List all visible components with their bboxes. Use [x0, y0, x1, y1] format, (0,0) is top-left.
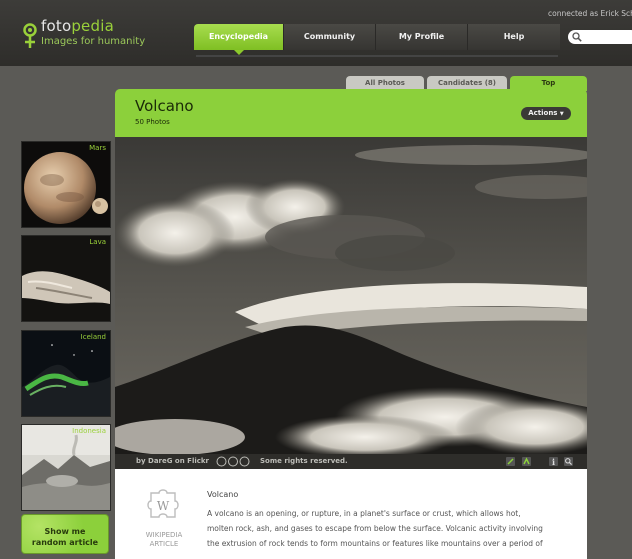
actions-label: Actions [528, 109, 558, 117]
thumbnail-label: Indonesia [72, 427, 106, 435]
connected-user-text[interactable]: connected as Erick Sche [548, 9, 632, 18]
lava-image [22, 236, 110, 321]
iceland-image [22, 331, 110, 416]
chevron-down-icon: ▼ [559, 111, 564, 117]
tab-candidates[interactable]: Candidates (8) [427, 76, 507, 90]
photo-credit: by DareG on Flickr [136, 457, 210, 465]
actions-button[interactable]: Actions ▼ [521, 107, 571, 120]
nav-tab-encyclopedia[interactable]: Encyclopedia [194, 24, 284, 50]
nav-tab-help[interactable]: Help [468, 24, 560, 50]
photo-count: 50 Photos [135, 118, 170, 126]
thumbnail-mars[interactable]: Mars [21, 141, 111, 228]
random-button-line2: random article [31, 538, 99, 547]
article-body: A volcano is an opening, or rupture, in … [207, 506, 567, 551]
nav-tab-my-profile[interactable]: My Profile [376, 24, 468, 50]
volcano-photo-image [115, 137, 587, 454]
thumbnail-label: Mars [89, 144, 106, 152]
author-link[interactable]: DareG [148, 457, 172, 465]
cc-icon[interactable] [216, 456, 256, 467]
search-icon[interactable] [572, 32, 582, 42]
logo-tagline: Images for humanity [41, 36, 146, 47]
info-icon[interactable]: i [548, 456, 559, 467]
page-title: Volcano [135, 97, 194, 115]
mars-image [22, 142, 110, 227]
tools-icon[interactable] [505, 456, 516, 467]
search-input[interactable] [568, 30, 632, 44]
random-article-button[interactable]: Show me random article [21, 514, 109, 554]
top-header: fotopedia Images for humanity connected … [0, 0, 632, 66]
article-title: Volcano [207, 490, 239, 499]
photo-credit-bar: by DareG on Flickr Some rights reserved.… [115, 454, 587, 469]
svg-text:i: i [552, 457, 555, 467]
zoom-icon[interactable] [563, 456, 574, 467]
thumbnail-lava[interactable]: Lava [21, 235, 111, 322]
album-header: Volcano 50 Photos Actions ▼ [115, 89, 587, 137]
nav-underline [196, 55, 558, 57]
article-line: the extrusion of rock tends to form moun… [207, 539, 543, 548]
indonesia-image [22, 425, 110, 510]
thumbnail-label: Iceland [80, 333, 106, 341]
random-button-line1: Show me [44, 527, 86, 536]
thumbnail-iceland[interactable]: Iceland [21, 330, 111, 417]
tab-all-photos[interactable]: All Photos [346, 76, 424, 90]
main-photo[interactable] [115, 137, 587, 454]
thumbnail-label: Lava [89, 238, 106, 246]
svg-text:W: W [157, 499, 170, 513]
article-line: A volcano is an opening, or rupture, in … [207, 509, 521, 518]
thumbnail-indonesia[interactable]: Indonesia [21, 424, 111, 511]
main-nav: Encyclopedia Community My Profile Help [194, 24, 560, 50]
article-line: molten rock, ash, and gases to escape fr… [207, 524, 543, 533]
wikipedia-puzzle-icon[interactable]: W [145, 487, 181, 523]
nav-active-pointer [234, 50, 244, 55]
rights-text: Some rights reserved. [260, 457, 348, 465]
share-icon[interactable] [521, 456, 532, 467]
logo-icon[interactable] [20, 22, 40, 50]
nav-tab-community[interactable]: Community [284, 24, 376, 50]
logo-wordmark[interactable]: fotopedia [41, 17, 114, 35]
wikipedia-article-label: WIKIPEDIA ARTICLE [145, 531, 183, 548]
